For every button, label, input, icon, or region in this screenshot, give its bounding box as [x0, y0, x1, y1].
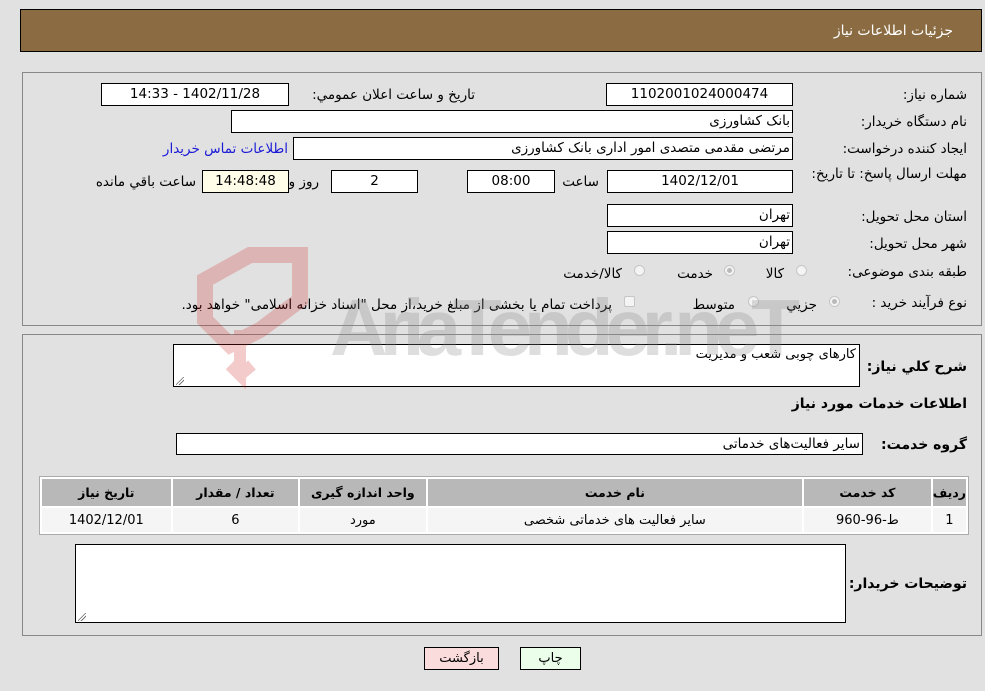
process-option-minor: جزيي	[786, 297, 817, 313]
summary-textarea[interactable]: کارهای چوبی شعب و مدیریت	[173, 344, 860, 387]
category-option-goods: کالا	[765, 266, 784, 282]
services-section-title: اطلاعات خدمات مورد نیاز	[791, 396, 967, 412]
cell-service-code: ط-96-960	[804, 508, 931, 532]
buyer-notes-textarea[interactable]	[75, 544, 846, 623]
days-label: روز و	[288, 174, 319, 190]
col-header-row-num: ردیف	[932, 479, 966, 506]
cell-need-date: 1402/12/01	[42, 508, 171, 532]
back-button[interactable]: بازگشت	[424, 647, 499, 670]
summary-label: شرح کلي نیاز:	[866, 359, 967, 375]
cell-service-name: سایر فعالیت های خدماتی شخصی	[427, 508, 803, 532]
city-label: شهر محل تحویل:	[869, 236, 967, 252]
service-group-field: سایر فعالیت‌های خدماتی	[176, 433, 863, 455]
print-button[interactable]: چاپ	[520, 647, 581, 670]
resize-grip-icon[interactable]	[176, 377, 184, 385]
page-header: جزئیات اطلاعات نیاز	[20, 9, 982, 52]
city-field: تهران	[607, 231, 793, 254]
deadline-date-field: 1402/12/01	[607, 170, 793, 193]
cell-quantity: 6	[172, 508, 299, 532]
remaining-time-label: ساعت باقي مانده	[95, 174, 196, 190]
table-row: 1 ط-96-960 سایر فعالیت های خدماتی شخصی م…	[42, 508, 966, 532]
resize-grip-icon[interactable]	[78, 613, 86, 621]
category-option-goods-service: کالا/خدمت	[563, 266, 622, 282]
remaining-time-field: 14:48:48	[202, 170, 289, 193]
process-radio-medium[interactable]	[748, 296, 759, 307]
summary-text: کارهای چوبی شعب و مدیریت	[695, 347, 856, 362]
deadline-time-label: ساعت	[562, 174, 599, 190]
category-radio-goods[interactable]	[796, 265, 807, 276]
page-title: جزئیات اطلاعات نیاز	[833, 23, 953, 39]
category-label: طبقه بندی موضوعی:	[847, 264, 967, 280]
announce-field: 1402/11/28 - 14:33	[101, 83, 289, 106]
deadline-time-field: 08:00	[467, 170, 555, 193]
days-remaining-field: 2	[331, 170, 418, 193]
category-radio-service[interactable]	[724, 265, 735, 276]
service-group-label: گروه خدمت:	[881, 437, 967, 453]
need-number-field: 1102001024000474	[606, 83, 793, 106]
announce-label: تاریخ و ساعت اعلان عمومي:	[312, 87, 475, 103]
buyer-contact-link[interactable]: اطلاعات تماس خریدار	[163, 141, 288, 157]
buyer-notes-label: توضیحات خریدار:	[848, 576, 967, 592]
process-radio-minor[interactable]	[829, 296, 840, 307]
payment-checkbox[interactable]	[624, 296, 635, 307]
col-header-service-code: کد خدمت	[804, 479, 931, 506]
category-radio-goods-service[interactable]	[634, 265, 645, 276]
process-label: نوع فرآیند خرید :	[871, 295, 967, 311]
creator-field: مرتضی مقدمی متصدی امور اداری بانک کشاورز…	[293, 137, 793, 160]
cell-unit: مورد	[300, 508, 426, 532]
col-header-service-name: نام خدمت	[427, 479, 803, 506]
col-header-need-date: تاریخ نیاز	[42, 479, 171, 506]
col-header-unit: واحد اندازه گیری	[300, 479, 426, 506]
cell-row-num: 1	[932, 508, 966, 532]
services-table: ردیف کد خدمت نام خدمت واحد اندازه گیری ت…	[39, 476, 969, 535]
payment-note: پرداخت تمام یا بخشی از مبلغ خرید،از محل …	[181, 297, 612, 313]
creator-label: ایجاد کننده درخواست:	[842, 141, 967, 157]
buyer-org-field: بانک کشاورزی	[231, 110, 793, 133]
process-option-medium: متوسط	[692, 297, 735, 313]
buyer-org-label: نام دستگاه خریدار:	[860, 114, 967, 130]
province-field: تهران	[607, 204, 793, 227]
category-option-service: خدمت	[677, 266, 713, 282]
province-label: استان محل تحویل:	[861, 209, 967, 225]
table-header-row: ردیف کد خدمت نام خدمت واحد اندازه گیری ت…	[42, 479, 966, 506]
deadline-label: مهلت ارسال پاسخ: تا تاریخ:	[811, 166, 967, 182]
col-header-quantity: تعداد / مقدار	[172, 479, 299, 506]
need-number-label: شماره نیاز:	[902, 87, 967, 103]
